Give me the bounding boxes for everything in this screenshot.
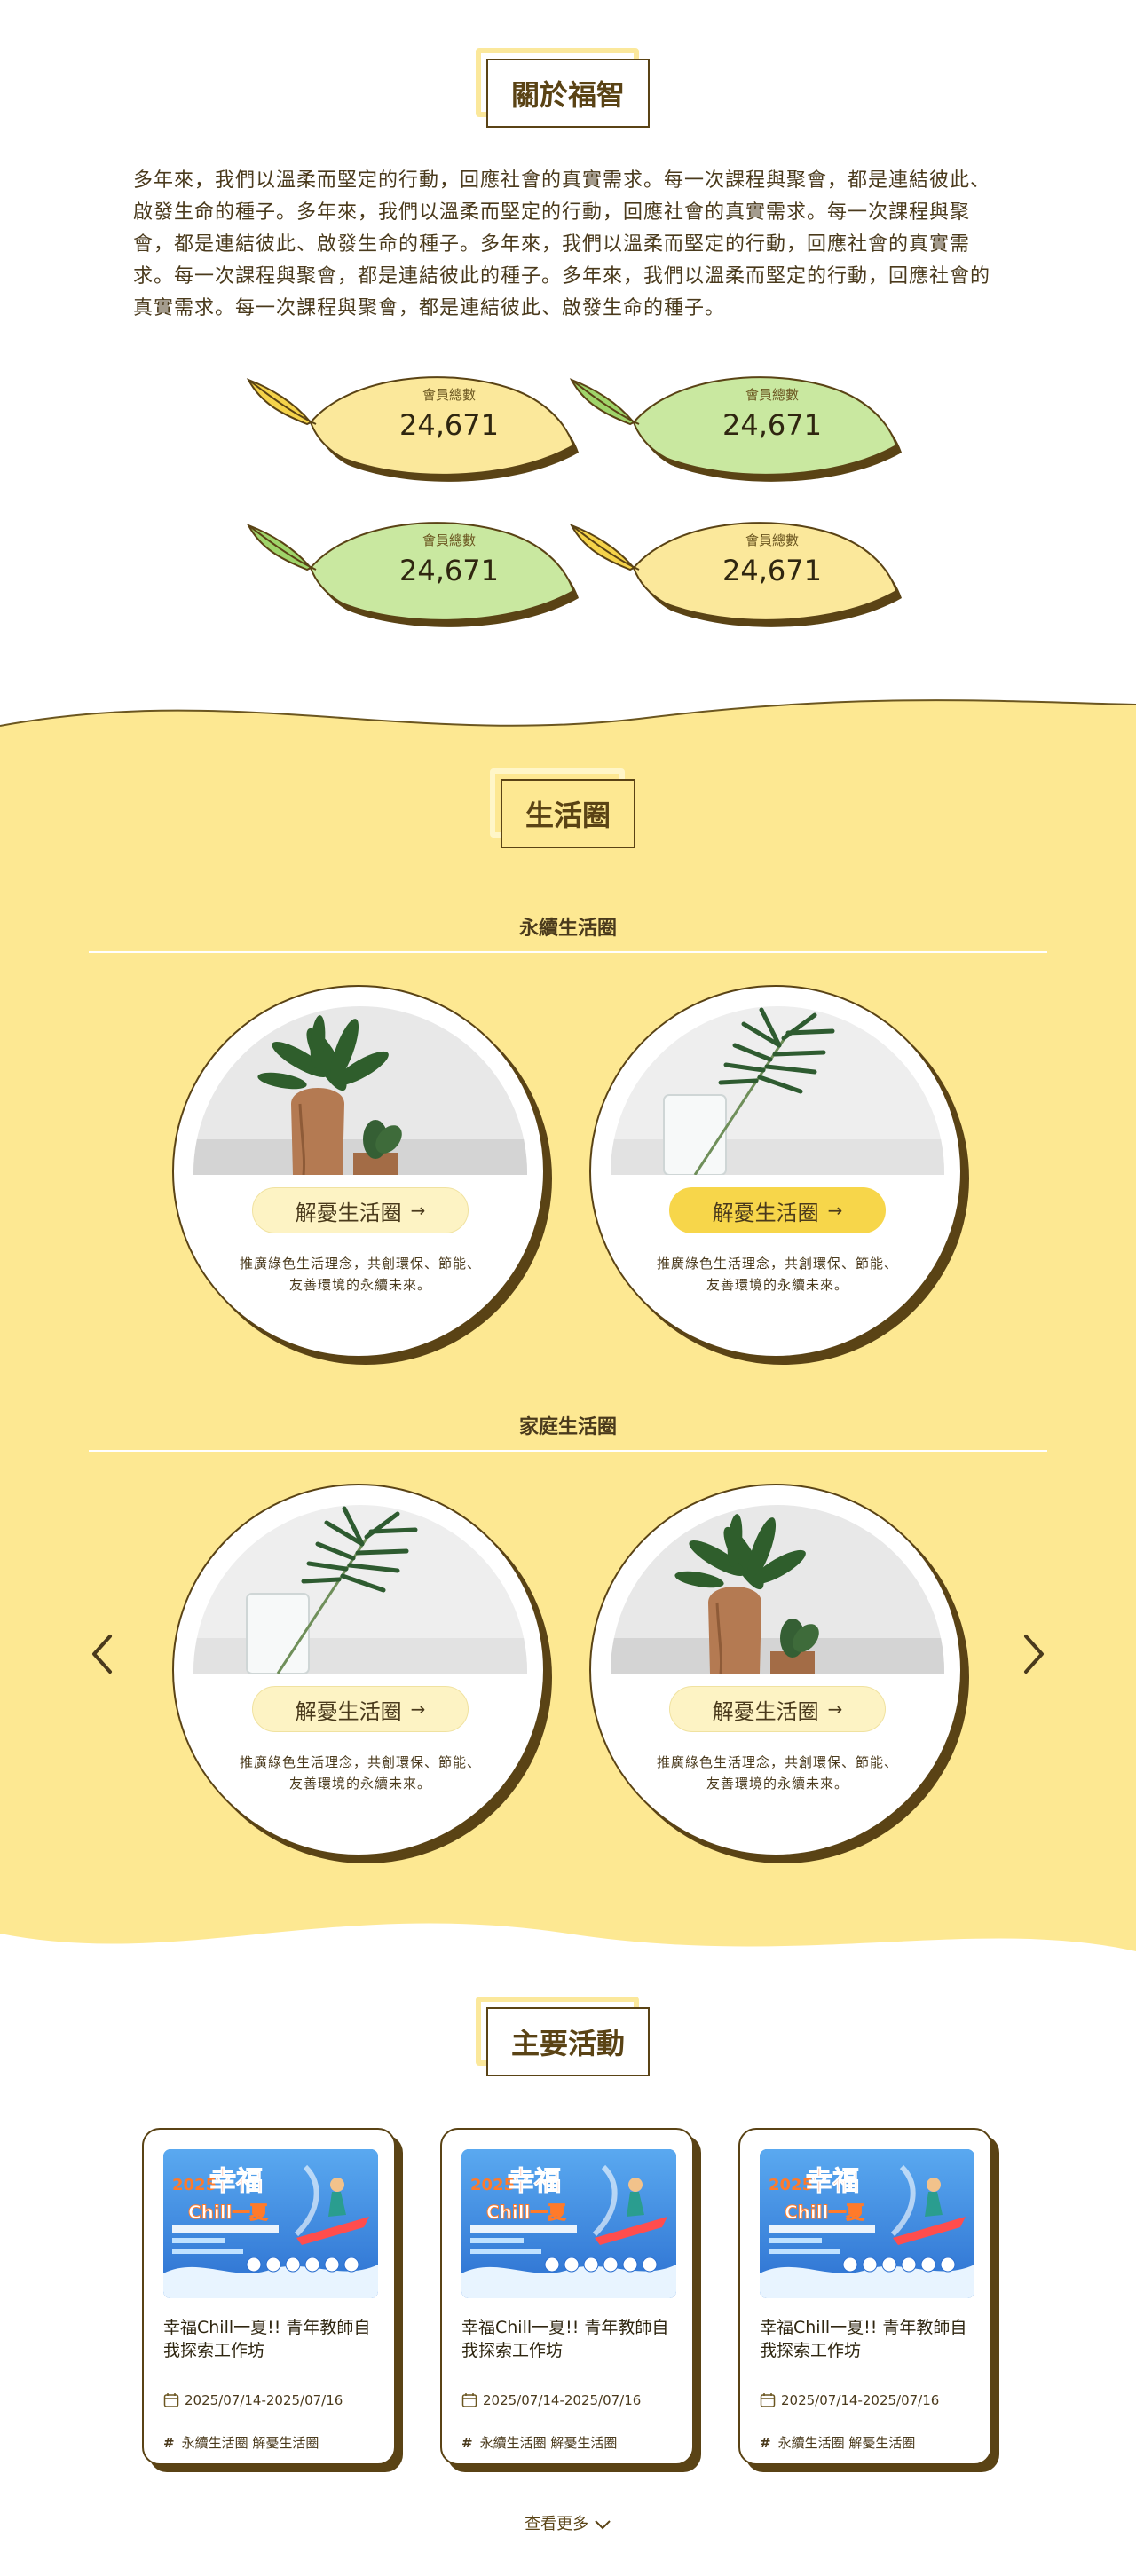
activity-date: 2025/07/14-2025/07/16 [483,2392,642,2408]
stat-label: 會員總數 [422,532,476,548]
activity-card[interactable]: 2025 幸福 Chill一夏 幸福Chill一夏!! 青年教師自我探索工作坊 2025… [440,2128,701,2472]
activity-poster-image: 2025 幸福 Chill一夏 [462,2149,676,2298]
activity-tags: 永續生活圈 解憂生活圈 [777,2435,916,2451]
calendar-icon [163,2393,179,2407]
life-circle-desc: 推廣綠色生活理念，共創環保、節能、友善環境的永續未來。 [656,1256,898,1293]
view-more-label: 查看更多 [525,2515,589,2533]
calendar-icon [462,2393,477,2407]
stat-leaf: 會員總數 24,671 [245,358,600,492]
life-circle-button[interactable]: 解憂生活圈 → [669,1686,886,1732]
view-more-link[interactable]: 查看更多 [0,2511,1136,2534]
life-circle-button-label: 解憂生活圈 [295,1698,402,1724]
svg-text:Chill一夏: Chill一夏 [188,2202,268,2223]
life-title: 生活圈 [500,779,636,848]
activities-title: 主要活動 [485,2007,651,2076]
arrow-right-icon: → [827,1698,843,1720]
activity-card[interactable]: 2025 幸福 Chill一夏 幸福Chill一夏!! 青年教師自我探索工作坊 2025… [142,2128,403,2472]
vase-plant-image [193,1006,527,1175]
stat-value: 24,671 [399,408,499,442]
activity-date: 2025/07/14-2025/07/16 [781,2392,940,2408]
life-circle-button[interactable]: 解憂生活圈 → [669,1187,886,1233]
arrow-right-icon: → [827,1200,843,1221]
life-title-frame: 生活圈 [489,768,636,848]
activity-title: 幸福Chill一夏!! 青年教師自我探索工作坊 [760,2318,967,2360]
about-title-frame: 關於福智 [475,48,651,128]
life-circle-card[interactable]: 解憂生活圈 → 推廣綠色生活理念，共創環保、節能、友善環境的永續未來。 [172,1484,552,1863]
activity-tags: 永續生活圈 解憂生活圈 [479,2435,618,2451]
activity-poster-image: 2025 幸福 Chill一夏 [760,2149,974,2298]
activity-title: 幸福Chill一夏!! 青年教師自我探索工作坊 [462,2318,669,2360]
activity-tags: 永續生活圈 解憂生活圈 [181,2435,320,2451]
svg-text:幸福: 幸福 [209,2166,263,2197]
group-heading-family: 家庭生活圈 [89,1411,1047,1452]
vase-plant-image [611,1505,944,1674]
activity-date: 2025/07/14-2025/07/16 [185,2392,343,2408]
life-section: 生活圈 永續生活圈 家庭生活圈 解憂生活圈 → 推廣綠色生活理念，共創環保、節能、友… [0,692,1136,1988]
life-circle-card[interactable]: 解憂生活圈 → 推廣綠色生活理念，共創環保、節能、友善環境的永續未來。 [172,985,552,1365]
life-circle-card[interactable]: 解憂生活圈 → 推廣綠色生活理念，共創環保、節能、友善環境的永續未來。 [589,985,969,1365]
life-circle-button[interactable]: 解憂生活圈 → [252,1686,469,1732]
stat-value: 24,671 [722,554,822,587]
hashtag-icon: # [760,2434,771,2451]
stat-leaf: 會員總數 24,671 [568,504,923,637]
stat-value: 24,671 [399,554,499,587]
activity-title: 幸福Chill一夏!! 青年教師自我探索工作坊 [163,2318,371,2360]
arrow-right-icon: → [410,1698,426,1720]
group-heading-sustainable: 永續生活圈 [89,912,1047,953]
stat-value: 24,671 [722,408,822,442]
activities-title-frame: 主要活動 [475,1997,651,2076]
life-circle-button-label: 解憂生活圈 [712,1200,819,1225]
life-circle-desc: 推廣綠色生活理念，共創環保、節能、友善環境的永續未來。 [239,1256,481,1293]
arrow-right-icon: → [410,1200,426,1221]
svg-text:Chill一夏: Chill一夏 [785,2202,864,2223]
life-circle-card[interactable]: 解憂生活圈 → 推廣綠色生活理念，共創環保、節能、友善環境的永續未來。 [589,1484,969,1863]
stat-leaf: 會員總數 24,671 [245,504,600,637]
life-circle-button-label: 解憂生活圈 [295,1200,402,1225]
carousel-next-arrow-icon[interactable] [1015,1627,1051,1681]
calendar-icon [760,2393,776,2407]
about-paragraph: 多年來，我們以溫柔而堅定的行動，回應社會的真實需求。每一次課程與聚會，都是連結彼… [133,169,991,319]
stat-label: 會員總數 [745,387,799,403]
stat-label: 會員總數 [745,532,799,548]
glass-palm-image [611,1006,944,1175]
life-circle-button[interactable]: 解憂生活圈 → [252,1187,469,1233]
life-circle-button-label: 解憂生活圈 [712,1698,819,1724]
glass-palm-image [193,1505,527,1674]
carousel-prev-arrow-icon[interactable] [85,1627,121,1681]
svg-text:幸福: 幸福 [508,2166,561,2197]
activity-poster-image: 2025 幸福 Chill一夏 [163,2149,378,2298]
svg-text:幸福: 幸福 [806,2166,859,2197]
hashtag-icon: # [462,2434,473,2451]
activity-card[interactable]: 2025 幸福 Chill一夏 幸福Chill一夏!! 青年教師自我探索工作坊 2025… [738,2128,999,2472]
chevron-down-icon [595,2520,611,2530]
life-circle-desc: 推廣綠色生活理念，共創環保、節能、友善環境的永續未來。 [656,1754,898,1792]
svg-text:Chill一夏: Chill一夏 [486,2202,566,2223]
about-title: 關於福智 [485,59,651,128]
stat-leaf: 會員總數 24,671 [568,358,923,492]
life-circle-desc: 推廣綠色生活理念，共創環保、節能、友善環境的永續未來。 [239,1754,481,1792]
stat-label: 會員總數 [422,387,476,403]
hashtag-icon: # [163,2434,175,2451]
